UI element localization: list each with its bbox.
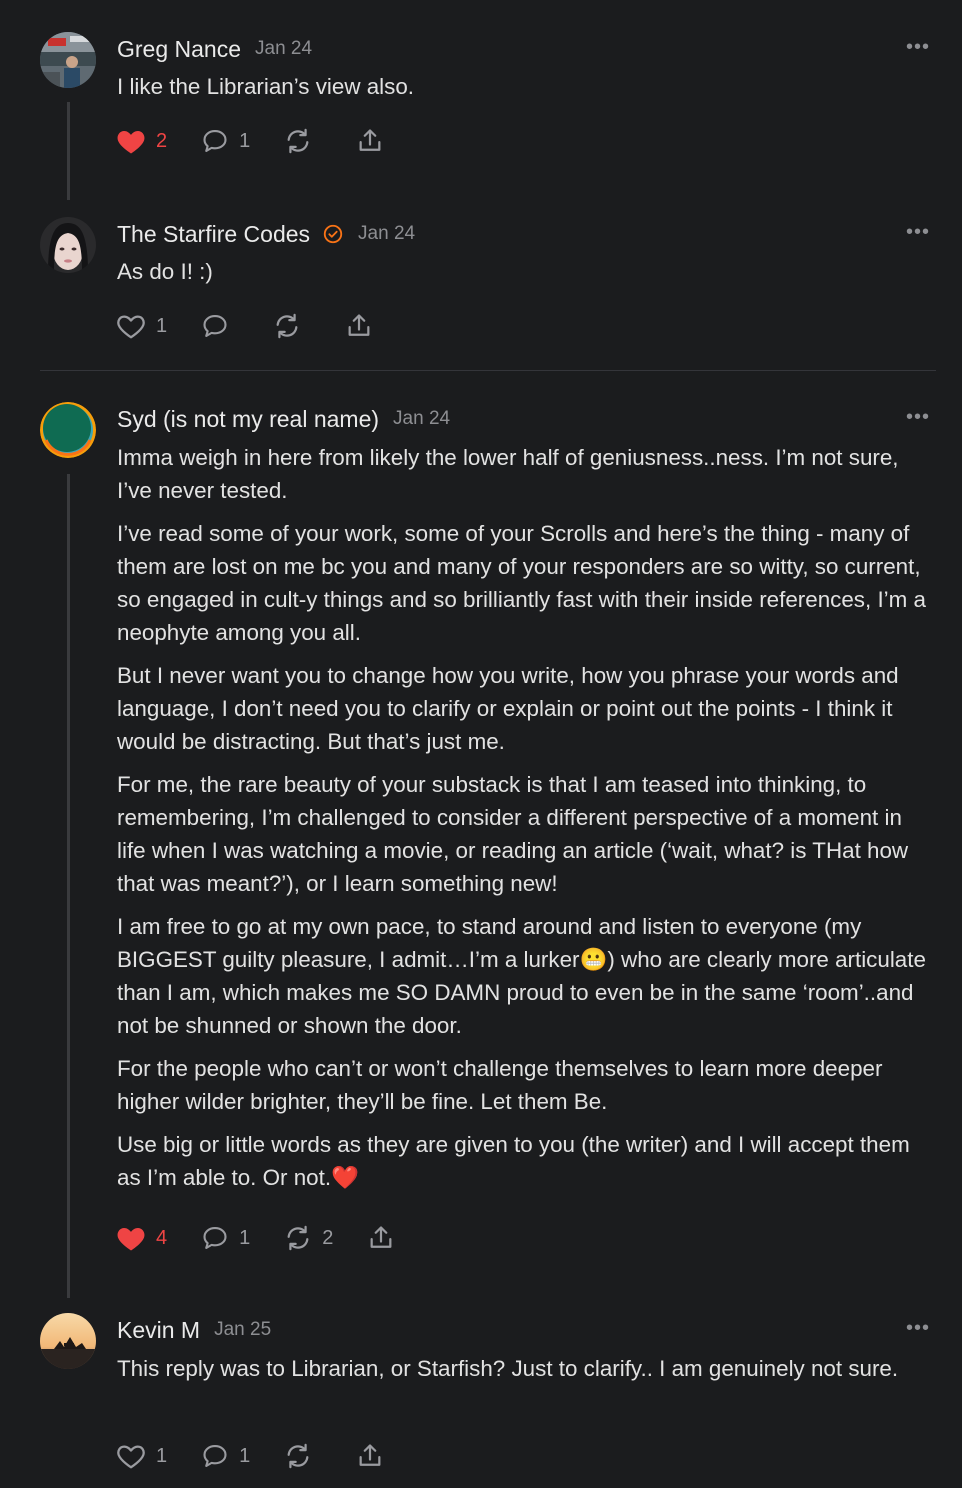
restack-button[interactable]: [273, 312, 311, 340]
comment-body: This reply was to Librarian, or Starfish…: [117, 1352, 932, 1395]
share-icon: [370, 1226, 392, 1248]
thread-divider: [40, 370, 936, 371]
restack-icon: [276, 313, 298, 339]
like-count: 2: [156, 129, 168, 152]
comment-date[interactable]: Jan 24: [255, 38, 312, 60]
reply-count: 1: [239, 1444, 251, 1467]
heart-icon: [117, 315, 145, 339]
comment-header: Syd (is not my real name) Jan 24: [117, 404, 450, 434]
author-name[interactable]: Greg Nance: [117, 36, 241, 63]
author-name[interactable]: Kevin M: [117, 1317, 200, 1344]
comment-paragraph: For me, the rare beauty of your substack…: [117, 772, 909, 896]
comment-paragraph: I’ve read some of your work, some of you…: [117, 521, 926, 645]
reply-button[interactable]: 1: [201, 1442, 250, 1470]
verified-badge-icon: [323, 224, 343, 244]
like-button[interactable]: 4: [116, 1224, 167, 1252]
reply-button[interactable]: 1: [201, 1224, 250, 1252]
restack-button[interactable]: [284, 127, 322, 155]
comment-actions: 1: [116, 309, 407, 343]
like-count: 1: [156, 1444, 168, 1467]
share-button[interactable]: [356, 1442, 384, 1470]
comment-date[interactable]: Jan 24: [358, 223, 415, 245]
like-button[interactable]: 1: [116, 1442, 167, 1470]
reply-button[interactable]: [201, 312, 239, 340]
heart-icon: [117, 1228, 145, 1251]
comment-paragraph: I am free to go at my own pace, to stand…: [117, 914, 926, 1038]
share-icon: [359, 1444, 381, 1466]
comment-date[interactable]: Jan 25: [214, 1319, 271, 1341]
avatar[interactable]: [40, 32, 96, 88]
comment-icon: [203, 315, 227, 337]
share-icon: [359, 129, 381, 151]
share-button[interactable]: [367, 1224, 395, 1252]
restack-count: 2: [322, 1226, 334, 1249]
more-icon[interactable]: •••: [906, 221, 930, 244]
comment-paragraph: Imma weigh in here from likely the lower…: [117, 445, 899, 503]
reply-count: 1: [239, 129, 251, 152]
comment-body: As do I! :): [117, 255, 932, 298]
comment-paragraph: This reply was to Librarian, or Starfish…: [117, 1356, 899, 1381]
comment-icon: [203, 1227, 227, 1249]
comment-body: Imma weigh in here from likely the lower…: [117, 441, 932, 1204]
like-button[interactable]: 1: [116, 312, 167, 340]
comment-header: Kevin M Jan 25: [117, 1315, 271, 1345]
comment-paragraph: But I never want you to change how you w…: [117, 663, 899, 754]
comment-paragraph: For the people who can’t or won’t challe…: [117, 1056, 883, 1114]
reply-button[interactable]: 1: [201, 127, 250, 155]
more-icon[interactable]: •••: [906, 36, 930, 59]
comment-icon: [203, 1445, 227, 1467]
restack-button[interactable]: 2: [284, 1224, 333, 1252]
comment-paragraph: I like the Librarian’s view also.: [117, 74, 415, 99]
comment-actions: 1 1: [116, 1439, 418, 1473]
comment-date[interactable]: Jan 24: [393, 408, 450, 430]
more-icon[interactable]: •••: [906, 1317, 930, 1340]
comment-icon: [203, 130, 227, 152]
restack-icon: [287, 128, 309, 154]
share-button[interactable]: [345, 312, 373, 340]
avatar[interactable]: [40, 217, 96, 273]
heart-icon: [117, 1445, 145, 1469]
thread-line: [67, 102, 70, 200]
heart-icon: [117, 131, 145, 154]
avatar[interactable]: [40, 402, 96, 458]
like-button[interactable]: 2: [116, 127, 167, 155]
restack-icon: [287, 1443, 309, 1469]
thread-line: [67, 474, 70, 1298]
share-button[interactable]: [356, 127, 384, 155]
comment-body: I like the Librarian’s view also.: [117, 70, 932, 113]
like-count: 4: [156, 1226, 168, 1249]
comment-header: Greg Nance Jan 24: [117, 34, 312, 64]
like-count: 1: [156, 314, 168, 337]
share-icon: [348, 314, 370, 336]
comment-header: The Starfire Codes Jan 24: [117, 219, 415, 249]
avatar[interactable]: [40, 1313, 96, 1369]
reply-count: 1: [239, 1226, 251, 1249]
comment-actions: 2 1: [116, 124, 418, 158]
comment-paragraph: As do I! :): [117, 259, 213, 284]
restack-icon: [287, 1225, 309, 1251]
comment-actions: 4 1 2: [116, 1221, 429, 1255]
more-icon[interactable]: •••: [906, 406, 930, 429]
restack-button[interactable]: [284, 1442, 322, 1470]
author-name[interactable]: The Starfire Codes: [117, 221, 310, 248]
author-name[interactable]: Syd (is not my real name): [117, 406, 379, 433]
comment-paragraph: Use big or little words as they are give…: [117, 1132, 910, 1190]
